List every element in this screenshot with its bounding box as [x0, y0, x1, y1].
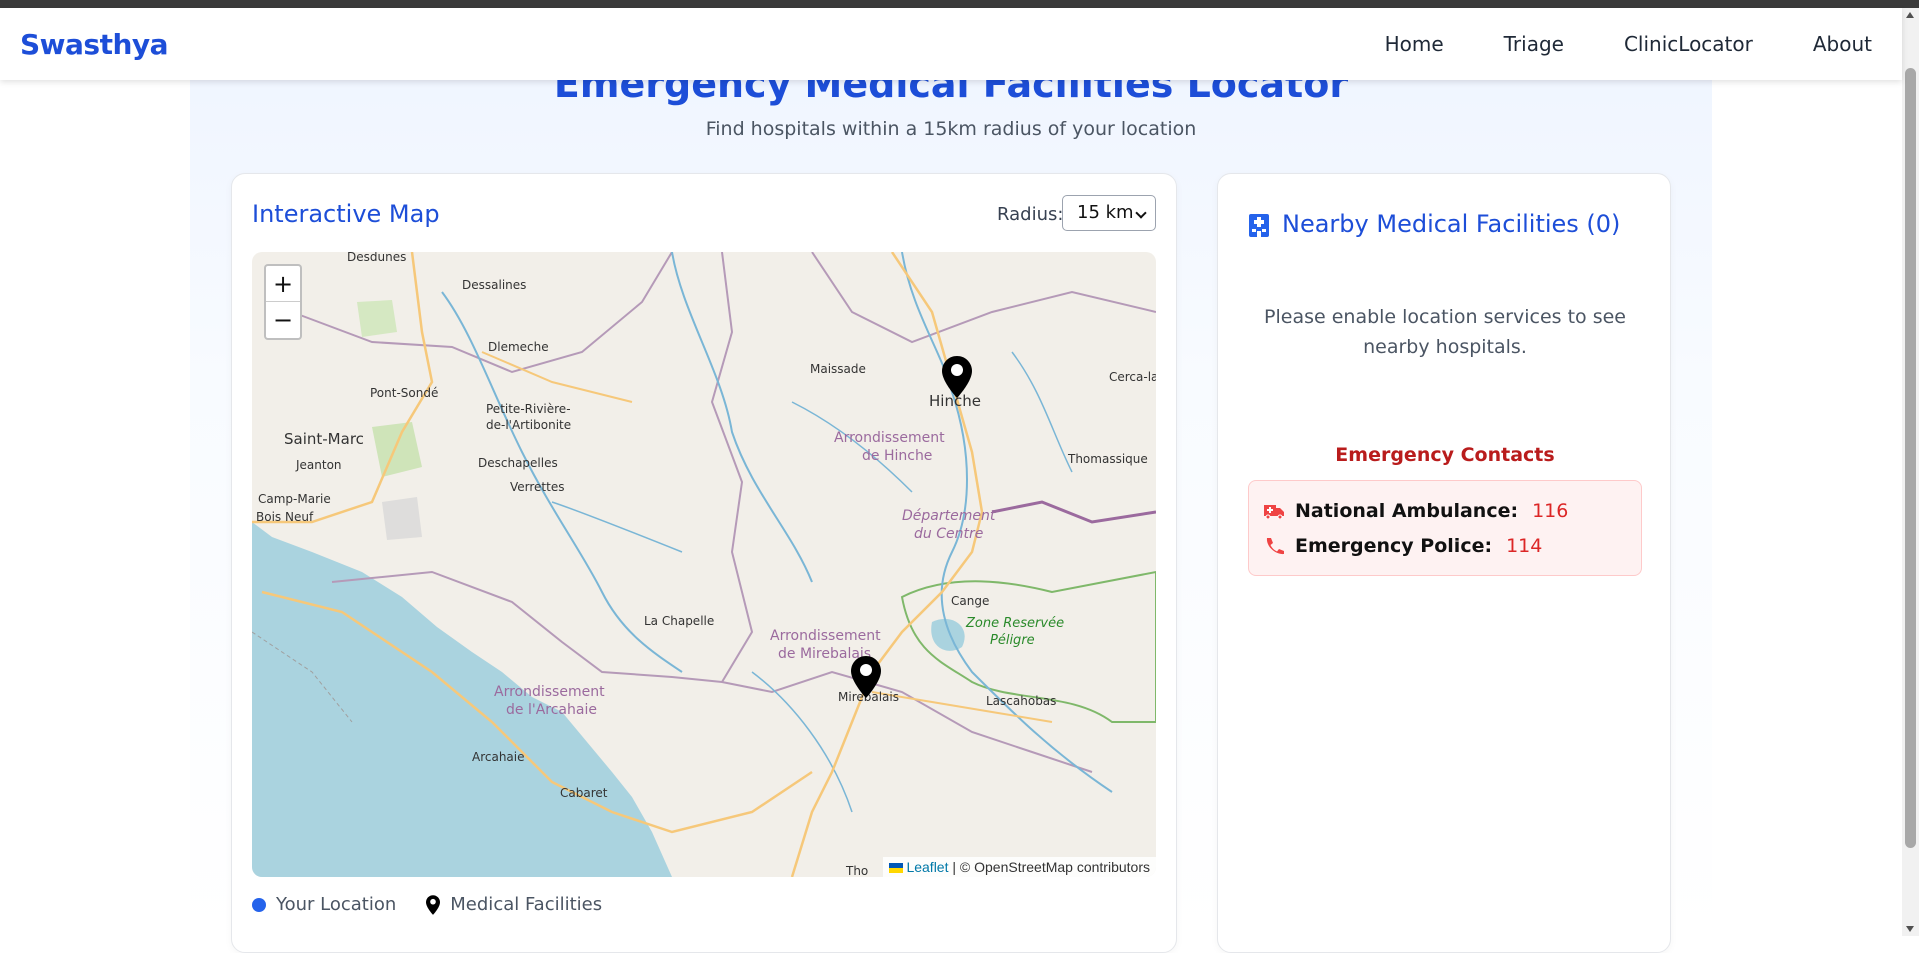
contact-row-police: Emergency Police: 114 [1263, 528, 1627, 563]
contact-number-police[interactable]: 114 [1506, 535, 1542, 557]
map-label-dlemeche: Dlemeche [488, 340, 549, 354]
facility-marker[interactable] [942, 356, 972, 398]
osm-attribution-text: | © OpenStreetMap contributors [952, 859, 1150, 875]
map-label-pont-sonde: Pont-Sondé [370, 386, 439, 400]
map-label-verrettes: Verrettes [510, 480, 565, 494]
zoom-control: + − [264, 264, 302, 340]
location-message: Please enable location services to see n… [1264, 306, 1626, 358]
ambulance-icon [1264, 504, 1284, 519]
map-label-saint-marc: Saint-Marc [284, 430, 364, 448]
map-label-thomassique: Thomassique [1068, 452, 1148, 466]
map-label-cabaret: Cabaret [560, 786, 608, 800]
map-label-arr-hinche-2: de Hinche [862, 448, 933, 464]
facility-marker[interactable] [851, 656, 881, 698]
nav-link-triage[interactable]: Triage [1504, 32, 1564, 56]
ukraine-flag-icon [889, 863, 904, 874]
map-label-petite-riviere-1: Petite-Rivière- [486, 402, 571, 416]
leaflet-link[interactable]: Leaflet [906, 859, 948, 875]
map-label-jeanton: Jeanton [296, 458, 342, 472]
browser-top-edge [0, 0, 1919, 8]
map-label-zone-2: Péligre [990, 633, 1035, 648]
map-label-lascahobas: Lascahobas [986, 694, 1057, 708]
interactive-map[interactable]: Desdunes Dessalines Dlemeche Pont-Sondé … [252, 252, 1156, 877]
map-label-la-chapelle: La Chapelle [644, 614, 715, 628]
scroll-up-icon[interactable] [1906, 12, 1914, 18]
nav-link-about[interactable]: About [1813, 32, 1872, 56]
radius-select-value: 15 km [1077, 202, 1134, 223]
map-attribution: Leaflet | © OpenStreetMap contributors [883, 857, 1156, 877]
legend-item-location: Your Location [252, 894, 396, 915]
facilities-card: Nearby Medical Facilities (0) Please ena… [1217, 173, 1671, 953]
map-label-camp-marie: Camp-Marie [258, 492, 331, 506]
legend-location-label: Your Location [276, 894, 397, 915]
legend-item-facilities: Medical Facilities [426, 894, 602, 915]
map-pin-icon [426, 894, 441, 915]
map-tiles [252, 252, 1156, 877]
map-label-tho: Tho [846, 864, 869, 877]
map-label-arr-mirebalais-1: Arrondissement [770, 628, 881, 644]
map-label-bois-neuf: Bois Neuf [256, 510, 314, 524]
facilities-card-title: Nearby Medical Facilities (0) [1282, 210, 1621, 238]
phone-icon [1266, 537, 1284, 554]
map-label-desdunes: Desdunes [347, 252, 407, 264]
zoom-in-button[interactable]: + [266, 266, 300, 302]
brand-logo[interactable]: Swasthya [20, 28, 169, 61]
map-label-arr-arcahaie-2: de l'Arcahaie [506, 702, 597, 718]
page-scrollbar[interactable] [1902, 8, 1919, 936]
map-label-arr-hinche-1: Arrondissement [834, 430, 945, 446]
map-label-arcahaie: Arcahaie [472, 750, 525, 764]
emergency-contacts-title: Emergency Contacts [1335, 444, 1555, 466]
radius-select[interactable]: 15 km [1062, 195, 1156, 231]
map-label-dept-2: du Centre [914, 526, 984, 542]
map-label-cange: Cange [951, 594, 990, 608]
emergency-contacts-box: National Ambulance: 116 Emergency Police… [1248, 480, 1642, 576]
legend-facilities-label: Medical Facilities [450, 894, 603, 915]
contact-label-police: Emergency Police: [1295, 534, 1493, 557]
scrollbar-thumb[interactable] [1905, 68, 1916, 848]
scroll-down-icon[interactable] [1906, 926, 1914, 932]
map-label-zone-1: Zone Reservée [966, 616, 1065, 631]
hospital-icon [1249, 214, 1269, 237]
contact-label-ambulance: National Ambulance: [1295, 499, 1519, 522]
map-card: Interactive Map Radius: 15 km Desdunes D… [231, 173, 1177, 953]
nav-link-clinic-locator[interactable]: ClinicLocator [1624, 32, 1753, 56]
chevron-down-icon [1135, 207, 1147, 219]
page-subtitle: Find hospitals within a 15km radius of y… [705, 118, 1197, 140]
map-label-cerca: Cerca-la [1109, 370, 1156, 384]
nav-links: Home Triage ClinicLocator About [1385, 32, 1882, 56]
map-label-dept-1: Département [902, 508, 996, 524]
map-label-maissade: Maissade [810, 362, 866, 376]
navbar: Swasthya Home Triage ClinicLocator About [0, 8, 1902, 80]
nav-link-home[interactable]: Home [1385, 32, 1444, 56]
contact-row-ambulance: National Ambulance: 116 [1263, 493, 1627, 528]
map-label-arr-arcahaie-1: Arrondissement [494, 684, 605, 700]
map-label-petite-riviere-2: de-l'Artibonite [486, 418, 572, 432]
map-label-dessalines: Dessalines [462, 278, 527, 292]
radius-label: Radius: [997, 204, 1064, 225]
contact-number-ambulance[interactable]: 116 [1532, 500, 1568, 522]
map-card-title: Interactive Map [252, 200, 440, 228]
zoom-out-button[interactable]: − [266, 302, 300, 338]
map-label-deschapelles: Deschapelles [478, 456, 558, 470]
facilities-card-header: Nearby Medical Facilities (0) [1248, 210, 1620, 238]
location-dot-icon [252, 897, 266, 912]
map-legend: Your Location Medical Facilities [252, 894, 622, 915]
